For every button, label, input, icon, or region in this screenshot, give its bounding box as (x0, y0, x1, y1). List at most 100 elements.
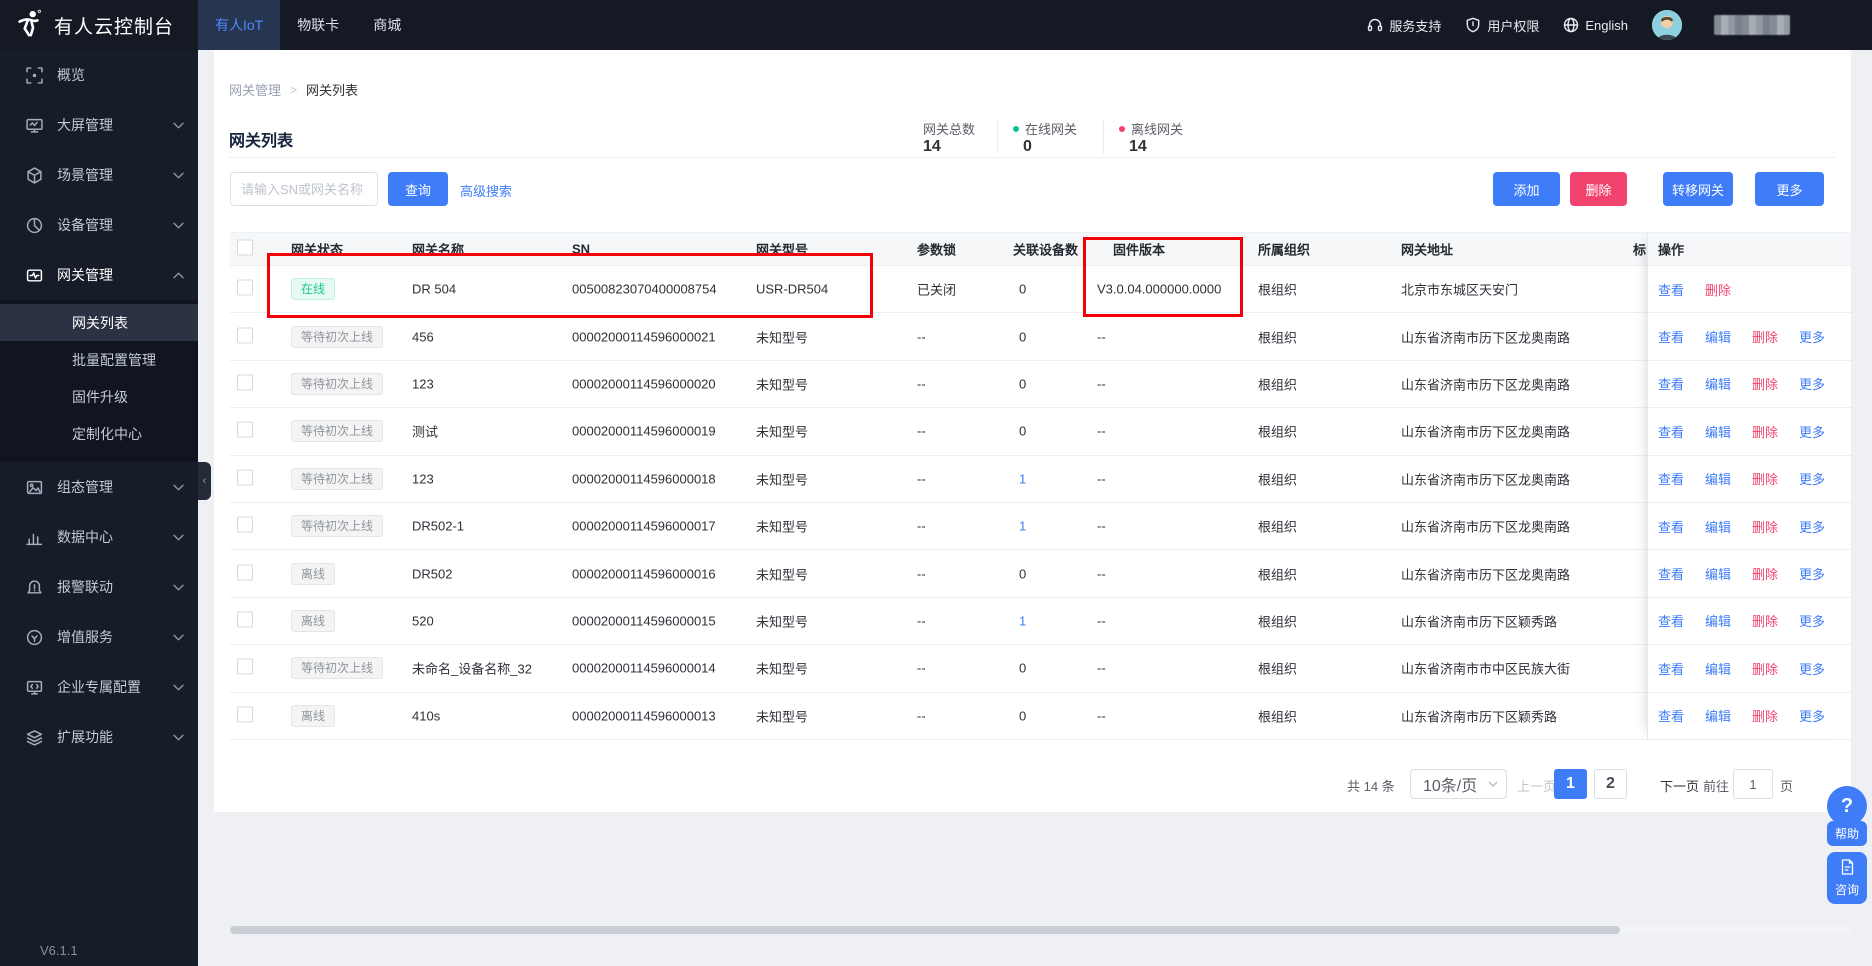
sidebar-item[interactable]: 设备管理 (0, 200, 198, 250)
topbar-link[interactable]: 用户权限 (1465, 16, 1539, 35)
sidebar-item[interactable]: 扩展功能 (0, 712, 198, 762)
action-delete[interactable]: 删除 (1752, 659, 1778, 678)
firmware-version: -- (1097, 708, 1106, 723)
pagination-page[interactable]: 2 (1594, 769, 1627, 799)
action-delete[interactable]: 删除 (1752, 422, 1778, 441)
action-link[interactable]: 查看 (1658, 611, 1684, 630)
row-checkbox[interactable] (237, 327, 253, 346)
action-link[interactable]: 编辑 (1705, 517, 1731, 536)
sidebar-item[interactable]: 报警联动 (0, 562, 198, 612)
row-checkbox[interactable] (237, 517, 253, 536)
action-delete[interactable]: 删除 (1752, 374, 1778, 393)
topbar-link[interactable]: 服务支持 (1367, 16, 1441, 35)
sidebar-item[interactable]: 大屏管理 (0, 100, 198, 150)
action-delete[interactable]: 删除 (1752, 517, 1778, 536)
topbar-tab[interactable]: 有人IoT (198, 0, 280, 50)
action-link[interactable]: 查看 (1658, 422, 1684, 441)
action-delete[interactable]: 删除 (1752, 469, 1778, 488)
row-checkbox[interactable] (237, 280, 253, 299)
sidebar-item[interactable]: 网关管理 (0, 250, 198, 300)
action-link[interactable]: 编辑 (1705, 611, 1731, 630)
action-link[interactable]: 更多 (1799, 422, 1825, 441)
action-link[interactable]: 更多 (1799, 611, 1825, 630)
question-icon: ? (1827, 786, 1867, 826)
action-link[interactable]: 查看 (1658, 374, 1684, 393)
delete-button[interactable]: 删除 (1570, 172, 1627, 206)
action-link[interactable]: 查看 (1658, 469, 1684, 488)
row-checkbox[interactable] (237, 706, 253, 725)
action-link[interactable]: 查看 (1658, 280, 1684, 299)
gateway-name: 520 (412, 613, 434, 628)
linked-devices-count[interactable]: 1 (1019, 519, 1026, 534)
param-lock: -- (917, 708, 926, 723)
action-link[interactable]: 更多 (1799, 659, 1825, 678)
row-checkbox[interactable] (237, 469, 253, 488)
action-delete[interactable]: 删除 (1752, 706, 1778, 725)
breadcrumb-parent[interactable]: 网关管理 (229, 80, 281, 99)
gateway-sn: 00002000114596000013 (572, 708, 716, 723)
pagination-next[interactable]: 下一页 (1660, 776, 1699, 806)
sidebar-subitem[interactable]: 批量配置管理 (0, 341, 198, 378)
horizontal-scrollbar-thumb[interactable] (230, 926, 1620, 934)
row-checkbox[interactable] (237, 374, 253, 393)
page-size-select[interactable]: 10条/页 (1410, 769, 1507, 799)
pagination-prev[interactable]: 上一页 (1517, 776, 1556, 806)
add-button[interactable]: 添加 (1493, 172, 1560, 206)
action-link[interactable]: 更多 (1799, 517, 1825, 536)
linked-devices-count[interactable]: 1 (1019, 471, 1026, 486)
action-link[interactable]: 更多 (1799, 564, 1825, 583)
sidebar-collapse-handle[interactable]: ‹ (198, 462, 211, 500)
action-link[interactable]: 编辑 (1705, 469, 1731, 488)
action-link[interactable]: 查看 (1658, 517, 1684, 536)
action-delete[interactable]: 删除 (1752, 327, 1778, 346)
sidebar-subitem[interactable]: 定制化中心 (0, 415, 198, 452)
sidebar-item[interactable]: 增值服务 (0, 612, 198, 662)
action-link[interactable]: 查看 (1658, 706, 1684, 725)
topbar-link[interactable]: English (1563, 17, 1628, 33)
transfer-gateway-button[interactable]: 转移网关 (1663, 172, 1733, 206)
pagination-page[interactable]: 1 (1554, 769, 1587, 799)
sidebar-item[interactable]: 企业专属配置 (0, 662, 198, 712)
help-float-button[interactable]: ? 帮助 (1827, 786, 1867, 846)
action-link[interactable]: 查看 (1658, 659, 1684, 678)
sidebar-item[interactable]: 数据中心 (0, 512, 198, 562)
action-link[interactable]: 更多 (1799, 706, 1825, 725)
row-checkbox[interactable] (237, 659, 253, 678)
action-link[interactable]: 编辑 (1705, 706, 1731, 725)
sidebar-item[interactable]: 概览 (0, 50, 198, 100)
more-toolbar-button[interactable]: 更多 (1755, 172, 1824, 206)
search-button[interactable]: 查询 (388, 172, 448, 206)
sidebar-item[interactable]: 组态管理 (0, 462, 198, 512)
action-delete[interactable]: 删除 (1705, 280, 1731, 299)
row-checkbox[interactable] (237, 564, 253, 583)
search-input[interactable] (230, 172, 378, 206)
sidebar-item[interactable]: 场景管理 (0, 150, 198, 200)
action-link[interactable]: 编辑 (1705, 327, 1731, 346)
select-all-checkbox[interactable] (237, 240, 253, 259)
topbar-tab[interactable]: 商城 (356, 0, 418, 50)
action-delete[interactable]: 删除 (1752, 611, 1778, 630)
row-checkbox[interactable] (237, 422, 253, 441)
row-checkbox[interactable] (237, 611, 253, 630)
advanced-search-link[interactable]: 高级搜索 (460, 181, 512, 200)
sidebar: 概览大屏管理场景管理设备管理网关管理网关列表批量配置管理固件升级定制化中心组态管… (0, 50, 198, 966)
linked-devices-count[interactable]: 1 (1019, 613, 1026, 628)
stat-divider (1103, 120, 1104, 154)
action-link[interactable]: 编辑 (1705, 659, 1731, 678)
consult-float-button[interactable]: 咨询 (1827, 852, 1867, 904)
action-link[interactable]: 更多 (1799, 469, 1825, 488)
topbar-tab[interactable]: 物联卡 (280, 0, 356, 50)
breadcrumb-current: 网关列表 (306, 80, 358, 99)
action-link[interactable]: 查看 (1658, 327, 1684, 346)
action-delete[interactable]: 删除 (1752, 564, 1778, 583)
action-link[interactable]: 编辑 (1705, 564, 1731, 583)
action-link[interactable]: 查看 (1658, 564, 1684, 583)
action-link[interactable]: 更多 (1799, 327, 1825, 346)
action-link[interactable]: 编辑 (1705, 374, 1731, 393)
action-link[interactable]: 更多 (1799, 374, 1825, 393)
action-link[interactable]: 编辑 (1705, 422, 1731, 441)
sidebar-subitem[interactable]: 固件升级 (0, 378, 198, 415)
avatar[interactable] (1652, 10, 1682, 40)
sidebar-subitem[interactable]: 网关列表 (0, 304, 198, 341)
pagination-goto-input[interactable] (1733, 769, 1773, 799)
